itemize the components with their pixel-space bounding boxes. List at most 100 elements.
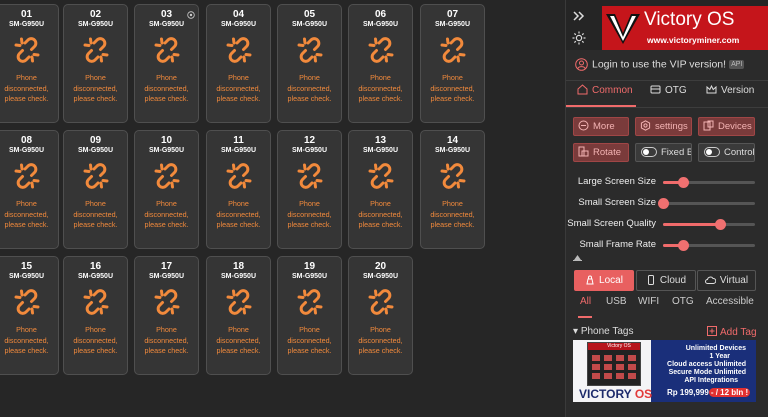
- status-line: please check.: [216, 346, 261, 355]
- filter-accessible[interactable]: Accessible: [706, 296, 754, 307]
- add-icon: [707, 326, 717, 336]
- device-card[interactable]: 01 SM-G950U Phone disconnected, please check…: [0, 4, 59, 123]
- device-model: SM-G950U: [8, 273, 44, 280]
- settings-button[interactable]: settings: [635, 117, 692, 136]
- device-number: 13: [374, 135, 387, 146]
- status-line: Phone: [370, 199, 391, 208]
- status-line: please check.: [430, 94, 475, 103]
- device-card[interactable]: 12 SM-G950U Phone disconnected, please check…: [277, 130, 342, 249]
- device-card[interactable]: 04 SM-G950U Phone disconnected, please check…: [206, 4, 271, 123]
- device-card[interactable]: 07 SM-G950U Phone disconnected, please check…: [420, 4, 485, 123]
- device-number: 06: [374, 9, 387, 20]
- slider-track[interactable]: [663, 240, 755, 251]
- banner-line: Unlimited Devices: [685, 345, 746, 352]
- login-prompt[interactable]: Login to use the VIP version! API: [575, 58, 745, 71]
- panel-header: Victory OS www.victoryminer.com: [566, 0, 768, 50]
- device-status: Phone disconnected, please check.: [349, 73, 412, 105]
- device-card[interactable]: 02 SM-G950U Phone disconnected, please check…: [63, 4, 128, 123]
- status-line: please check.: [144, 94, 189, 103]
- slider-track[interactable]: [658, 198, 755, 209]
- slider-handle[interactable]: [678, 240, 690, 251]
- device-status: Phone disconnected, please check.: [207, 325, 270, 357]
- cloud-tab[interactable]: Cloud: [636, 270, 696, 291]
- devices-button[interactable]: Devices: [698, 117, 755, 136]
- device-number: 01: [20, 9, 33, 20]
- button-label: settings: [655, 121, 688, 132]
- link-broken-icon: [154, 37, 179, 63]
- filter-usb[interactable]: USB: [606, 296, 627, 307]
- filter-all[interactable]: All: [580, 296, 591, 307]
- status-line: please check.: [144, 220, 189, 229]
- device-card[interactable]: 13 SM-G950U Phone disconnected, please check…: [348, 130, 413, 249]
- link-broken-icon: [226, 163, 251, 189]
- device-number: 17: [160, 261, 173, 272]
- device-card[interactable]: 06 SM-G950U Phone disconnected, please check…: [348, 4, 413, 123]
- status-line: Phone: [228, 199, 249, 208]
- device-card[interactable]: 14 SM-G950U Phone disconnected, please check…: [420, 130, 485, 249]
- filter-tabs: All USB WIFI OTG Accessible: [566, 296, 768, 312]
- status-line: Phone: [370, 73, 391, 82]
- control-panel: Victory OS www.victoryminer.com Login to…: [565, 0, 768, 417]
- slider-label: Small Screen Quality: [567, 218, 656, 229]
- fixed-big-toggle[interactable]: Fixed Big: [635, 143, 692, 162]
- status-line: disconnected,: [216, 83, 261, 93]
- banner-line: Secure Mode Unlimited: [668, 369, 746, 376]
- rotate-button[interactable]: Rotate: [573, 143, 629, 162]
- device-model: SM-G950U: [434, 21, 470, 28]
- device-number: 16: [89, 261, 102, 272]
- device-model: SM-G950U: [291, 147, 327, 154]
- banner-screenshot: Victory OS: [587, 342, 641, 386]
- status-line: Phone: [85, 73, 106, 82]
- device-card[interactable]: 18 SM-G950U Phone disconnected, please check…: [206, 256, 271, 375]
- device-settings-icon[interactable]: [187, 11, 195, 19]
- link-broken-icon: [440, 163, 465, 189]
- device-card[interactable]: 16 SM-G950U Phone disconnected, please check…: [63, 256, 128, 375]
- banner-cell: [592, 364, 600, 370]
- collapse-icon[interactable]: [572, 9, 586, 23]
- tab-label: Version: [721, 85, 755, 96]
- divider: [566, 107, 768, 108]
- status-line: disconnected,: [144, 335, 189, 345]
- device-status: Phone disconnected, please check.: [278, 199, 341, 231]
- control-screen-toggle[interactable]: Control Sc: [698, 143, 755, 162]
- collapse-up-icon[interactable]: [573, 254, 582, 261]
- device-card[interactable]: 17 SM-G950U Phone disconnected, please check…: [134, 256, 199, 375]
- status-line: Phone: [156, 73, 177, 82]
- promo-banner[interactable]: Victory OS VICTORY OS Unlimited Devices …: [573, 340, 756, 402]
- slider-handle[interactable]: [715, 219, 727, 230]
- device-card[interactable]: 20 SM-G950U Phone disconnected, please check…: [348, 256, 413, 375]
- device-card[interactable]: 05 SM-G950U Phone disconnected, please check…: [277, 4, 342, 123]
- tab-otg[interactable]: OTG: [650, 84, 687, 106]
- filter-wifi[interactable]: WIFI: [638, 296, 659, 307]
- device-card[interactable]: 15 SM-G950U Phone disconnected, please check…: [0, 256, 59, 375]
- virtual-tab[interactable]: Virtual: [697, 270, 756, 291]
- device-card[interactable]: 19 SM-G950U Phone disconnected, please check…: [277, 256, 342, 375]
- device-card[interactable]: 09 SM-G950U Phone disconnected, please check…: [63, 130, 128, 249]
- status-line: Phone: [85, 199, 106, 208]
- brand-url[interactable]: www.victoryminer.com: [647, 35, 739, 45]
- device-status: Phone disconnected, please check.: [278, 73, 341, 105]
- slider-track[interactable]: [663, 177, 755, 188]
- divider: [566, 80, 768, 81]
- slider-handle[interactable]: [678, 177, 690, 188]
- more-button[interactable]: More: [573, 117, 629, 136]
- status-line: disconnected,: [358, 83, 403, 93]
- tab-common[interactable]: Common: [577, 84, 633, 106]
- status-line: disconnected,: [430, 83, 475, 93]
- slider-handle[interactable]: [658, 198, 669, 209]
- banner-mini-title: Victory OS: [607, 343, 631, 349]
- status-line: Phone: [370, 325, 391, 334]
- filter-otg[interactable]: OTG: [672, 296, 694, 307]
- link-broken-icon: [83, 37, 108, 63]
- add-tag-button[interactable]: Add Tag: [707, 326, 757, 338]
- phone-tags-header[interactable]: ▾ Phone Tags: [573, 326, 633, 337]
- local-tab[interactable]: Local: [574, 270, 634, 291]
- tab-version[interactable]: Version: [706, 84, 754, 106]
- theme-sun-icon[interactable]: [572, 31, 586, 45]
- device-card[interactable]: 03 SM-G950U Phone disconnected, please check…: [134, 4, 199, 123]
- device-card[interactable]: 11 SM-G950U Phone disconnected, please check…: [206, 130, 271, 249]
- device-card[interactable]: 08 SM-G950U Phone disconnected, please check…: [0, 130, 59, 249]
- device-card[interactable]: 10 SM-G950U Phone disconnected, please check…: [134, 130, 199, 249]
- slider-track[interactable]: [663, 219, 755, 230]
- connection-tab-label: Virtual: [719, 275, 749, 286]
